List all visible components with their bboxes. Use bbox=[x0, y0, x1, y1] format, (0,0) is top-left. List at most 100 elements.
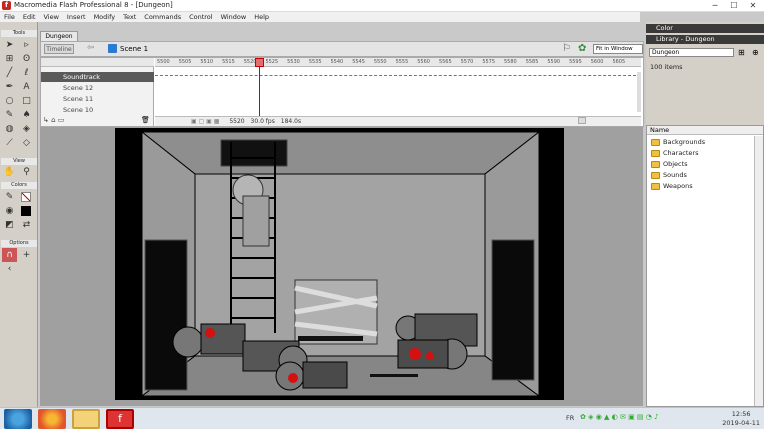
color-panel-header[interactable]: Color bbox=[646, 24, 764, 33]
menu-window[interactable]: Window bbox=[217, 12, 251, 22]
frame-rate: 30.0 fps bbox=[250, 118, 275, 125]
ink-bottle-icon[interactable]: ◍ bbox=[2, 122, 17, 136]
menu-commands[interactable]: Commands bbox=[140, 12, 185, 22]
oval-tool-icon[interactable]: ○ bbox=[2, 94, 17, 108]
library-item-label: Backgrounds bbox=[663, 138, 706, 146]
rect-tool-icon[interactable]: □ bbox=[19, 94, 34, 108]
list-item[interactable]: Sounds bbox=[649, 170, 759, 181]
maximize-button[interactable]: ☐ bbox=[725, 0, 743, 11]
stage[interactable] bbox=[115, 128, 564, 400]
timeline-toggle-button[interactable]: Timeline bbox=[44, 44, 74, 54]
ruler-tick-label: 5535 bbox=[308, 59, 322, 65]
list-item[interactable]: Weapons bbox=[649, 181, 759, 192]
options-header: Options bbox=[1, 240, 37, 247]
stroke-none-icon[interactable] bbox=[21, 192, 31, 202]
menu-text[interactable]: Text bbox=[119, 12, 140, 22]
menu-edit[interactable]: Edit bbox=[19, 12, 40, 22]
menu-help[interactable]: Help bbox=[250, 12, 273, 22]
layer-row[interactable]: Soundtrack bbox=[41, 72, 154, 82]
default-colors-icon[interactable]: ◩ bbox=[2, 218, 17, 232]
firefox-icon[interactable] bbox=[38, 409, 66, 429]
ruler-tick-label: 5560 bbox=[417, 59, 430, 65]
eyedropper-icon[interactable]: ⟋ bbox=[2, 136, 17, 150]
folder-icon bbox=[651, 150, 660, 157]
timeline-scrollbar[interactable] bbox=[637, 72, 641, 112]
library-scrollbar[interactable] bbox=[754, 136, 763, 406]
view-header: View bbox=[1, 158, 37, 165]
list-item[interactable]: Backgrounds bbox=[649, 137, 759, 148]
onion-skin-icon[interactable]: ▣ ▢ ▣ ▦ bbox=[191, 118, 219, 125]
menu-modify[interactable]: Modify bbox=[90, 12, 120, 22]
library-document-select[interactable]: Dungeon bbox=[649, 48, 734, 57]
pencil-tool-icon[interactable]: ✎ bbox=[2, 108, 17, 122]
delete-layer-icon[interactable]: 🗑 bbox=[141, 116, 150, 124]
menu-file[interactable]: File bbox=[0, 12, 19, 22]
playhead-handle[interactable] bbox=[255, 58, 264, 67]
lasso-icon[interactable]: ʘ bbox=[19, 52, 34, 66]
ruler-tick-label: 5565 bbox=[438, 59, 452, 65]
list-item[interactable]: Characters bbox=[649, 148, 759, 159]
menu-insert[interactable]: Insert bbox=[63, 12, 90, 22]
folder-icon bbox=[651, 161, 660, 168]
edit-symbol-icon[interactable]: ✿ bbox=[578, 43, 586, 54]
taskbar: f FR ✿ ◈ ◉ ▲ ◐ ✉ ▣ ▤ ◔ ♪ 12:56 2019-04-1… bbox=[0, 407, 764, 429]
menu-control[interactable]: Control bbox=[185, 12, 217, 22]
layer-row[interactable]: Scene 12 bbox=[41, 83, 154, 93]
text-tool-icon[interactable]: A bbox=[19, 80, 34, 94]
start-button[interactable] bbox=[4, 409, 32, 429]
straighten-icon[interactable]: ‹ bbox=[2, 262, 17, 276]
pin-icon[interactable]: ⊞ bbox=[738, 48, 745, 57]
ruler-tick-label: 5550 bbox=[373, 59, 387, 65]
scroll-thumb[interactable] bbox=[578, 117, 586, 124]
folder-icon bbox=[651, 183, 660, 190]
eraser-icon[interactable]: ◇ bbox=[19, 136, 34, 150]
language-indicator[interactable]: FR bbox=[566, 414, 574, 422]
fill-color-icon[interactable]: ◉ bbox=[2, 204, 17, 218]
subselect-tool-icon[interactable]: ▹ bbox=[19, 38, 34, 52]
library-name-column[interactable]: Name bbox=[647, 126, 763, 135]
menu-bar: File Edit View Insert Modify Text Commands Cont… bbox=[0, 12, 640, 22]
scene-name: Scene 1 bbox=[120, 45, 149, 53]
brush-tool-icon[interactable]: ♠ bbox=[19, 108, 34, 122]
edit-scene-icon[interactable]: ⚐ bbox=[562, 43, 571, 54]
library-panel-header[interactable]: Library - Dungeon bbox=[646, 35, 764, 44]
fill-black-icon[interactable] bbox=[21, 206, 31, 216]
stroke-color-icon[interactable]: ✎ bbox=[2, 190, 17, 204]
document-tab[interactable]: Dungeon bbox=[40, 31, 78, 41]
insert-layer-icon[interactable]: ↳ ⌂ ▭ bbox=[43, 116, 64, 124]
hand-tool-icon[interactable]: ✋ bbox=[2, 165, 17, 179]
lasso-tool-icon[interactable]: ℓ bbox=[19, 66, 34, 80]
layer-row[interactable]: Scene 10 bbox=[41, 105, 154, 115]
ruler-tick-label: 5605 bbox=[612, 59, 626, 65]
layers-header bbox=[41, 58, 154, 67]
flash-taskbar-icon[interactable]: f bbox=[106, 409, 134, 429]
layer-row[interactable]: Scene 11 bbox=[41, 94, 154, 104]
tray-icons[interactable]: ✿ ◈ ◉ ▲ ◐ ✉ ▣ ▤ ◔ ♪ bbox=[580, 413, 659, 421]
list-item[interactable]: Objects bbox=[649, 159, 759, 170]
close-button[interactable]: ✕ bbox=[744, 0, 762, 11]
arrow-tool-icon[interactable]: ➤ bbox=[2, 38, 17, 52]
swap-colors-icon[interactable]: ⇄ bbox=[19, 218, 34, 232]
ruler-tick-label: 5570 bbox=[460, 59, 474, 65]
ruler-tick-label: 5515 bbox=[222, 59, 235, 65]
menu-view[interactable]: View bbox=[39, 12, 62, 22]
snap-magnet-icon[interactable]: ∩ bbox=[2, 248, 17, 262]
file-explorer-icon[interactable] bbox=[72, 409, 100, 429]
zoom-tool-icon[interactable]: ⚲ bbox=[19, 165, 34, 179]
paint-bucket-icon[interactable]: ◈ bbox=[19, 122, 34, 136]
elapsed-time: 184.0s bbox=[280, 118, 302, 125]
frame-ruler[interactable]: 5500 5505 5510 5515 5520 5525 5530 5535 5540 5545… bbox=[155, 58, 641, 67]
line-tool-icon[interactable]: ╱ bbox=[2, 66, 17, 80]
ruler-tick-label: 5545 bbox=[352, 59, 365, 65]
pen-tool-icon[interactable]: ✒ bbox=[2, 80, 17, 94]
back-arrow-icon[interactable]: ⇦ bbox=[87, 43, 95, 53]
clock[interactable]: 12:56 2019-04-11 bbox=[722, 410, 760, 428]
current-frame: 5520 bbox=[229, 118, 245, 125]
free-transform-icon[interactable]: ⊞ bbox=[2, 52, 17, 66]
new-library-panel-icon[interactable]: ⊕ bbox=[752, 48, 759, 57]
minimize-button[interactable]: ─ bbox=[706, 0, 724, 11]
library-list: Name Backgrounds Characters Objects Soun… bbox=[646, 125, 764, 407]
zoom-select[interactable]: Fit in Window bbox=[593, 44, 643, 54]
ruler-tick-label: 5580 bbox=[504, 59, 517, 65]
smooth-icon[interactable]: + bbox=[19, 248, 34, 262]
